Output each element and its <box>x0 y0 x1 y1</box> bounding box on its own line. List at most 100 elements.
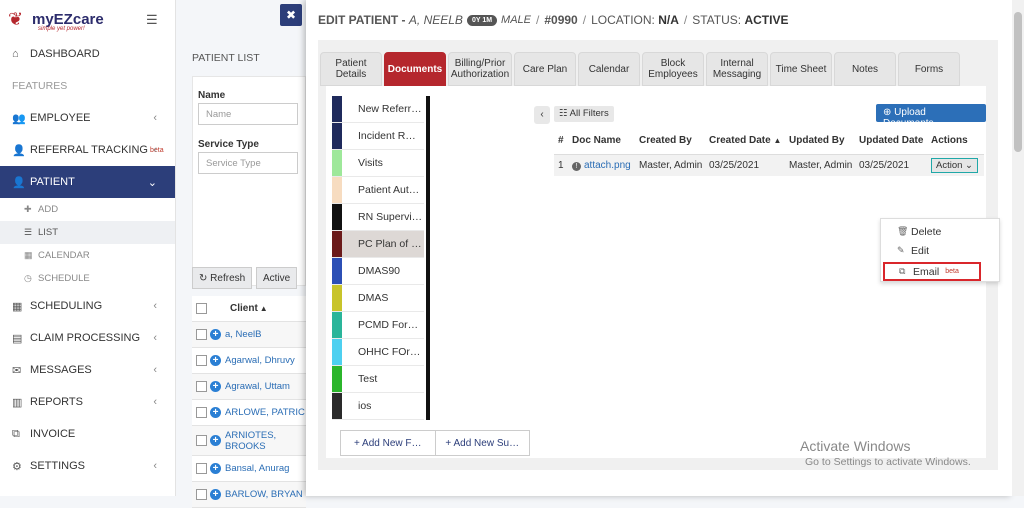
client-link[interactable]: Agarwal, Dhruvy <box>225 355 295 366</box>
patient-id: #0990 <box>544 13 578 27</box>
tab-notes[interactable]: Notes <box>834 52 896 86</box>
sidebar-item-settings[interactable]: ⚙ SETTINGS ‹ <box>0 450 175 482</box>
col-updated-by[interactable]: Updated By <box>785 128 855 155</box>
col-updated-date[interactable]: Updated Date <box>855 128 927 155</box>
scrollbar-thumb[interactable] <box>1014 12 1022 152</box>
tab-block-employees[interactable]: Block Employees <box>642 52 704 86</box>
name-input[interactable]: Name <box>198 103 298 125</box>
row-checkbox[interactable] <box>196 329 207 340</box>
action-dropdown-button[interactable]: Action ⌄ <box>931 157 979 173</box>
tab-internal-messaging[interactable]: Internal Messaging <box>706 52 768 86</box>
tab-documents[interactable]: Documents <box>384 52 446 86</box>
expand-plus-icon[interactable]: + <box>210 381 221 392</box>
logo-text: myEZcare <box>32 10 104 28</box>
table-row[interactable]: + Agarwal, Dhruvy <box>192 348 306 374</box>
folder-item[interactable]: Visits <box>332 150 424 177</box>
expand-plus-icon[interactable]: + <box>210 355 221 366</box>
hamburger-menu-icon[interactable]: ☰ <box>146 12 158 28</box>
folder-color-swatch <box>332 96 342 122</box>
tab-billing-prior-authorization[interactable]: Billing/Prior Authorization <box>448 52 512 86</box>
expand-plus-icon[interactable]: + <box>210 489 221 500</box>
table-row[interactable]: + Agrawal, Uttam <box>192 374 306 400</box>
folder-label: Test <box>358 373 378 385</box>
sidebar-subitem-schedule[interactable]: ◷ SCHEDULE <box>0 267 175 290</box>
menu-item-edit[interactable]: ✎ Edit <box>881 241 999 260</box>
row-checkbox[interactable] <box>196 435 207 446</box>
sidebar-subitem-add[interactable]: ✚ ADD <box>0 198 175 221</box>
folder-item[interactable]: RN Supervi… <box>332 204 424 231</box>
action-dropdown-menu: 🗑 Delete ✎ Edit ⧉ Email beta <box>880 218 1000 282</box>
menu-item-email[interactable]: ⧉ Email beta <box>883 262 981 281</box>
table-row[interactable]: + Bansal, Anurag <box>192 456 306 482</box>
tab-care-plan[interactable]: Care Plan <box>514 52 576 86</box>
expand-plus-icon[interactable]: + <box>210 463 221 474</box>
folder-item[interactable]: ios <box>332 393 424 420</box>
folder-item-selected[interactable]: PC Plan of … <box>332 231 424 258</box>
expand-plus-icon[interactable]: + <box>210 329 221 340</box>
table-row[interactable]: + ARNIOTES, BROOKS <box>192 426 306 456</box>
edit-icon: ✎ <box>897 245 905 255</box>
row-checkbox[interactable] <box>196 463 207 474</box>
client-link[interactable]: Agrawal, Uttam <box>225 381 290 392</box>
cell-doc-name[interactable]: ! attach.png <box>568 154 635 176</box>
gear-icon: ⚙ <box>12 460 22 473</box>
tab-calendar[interactable]: Calendar <box>578 52 640 86</box>
sidebar-item-referral-tracking[interactable]: 👤 REFERRAL TRACKING beta ‹ <box>0 134 175 166</box>
row-checkbox[interactable] <box>196 381 207 392</box>
folder-item[interactable]: DMAS90 <box>332 258 424 285</box>
client-link[interactable]: ARLOWE, PATRIC <box>225 407 305 418</box>
sidebar-item-reports[interactable]: ▥ REPORTS ‹ <box>0 386 175 418</box>
sidebar-item-dashboard[interactable]: ⌂ DASHBOARD <box>0 38 175 70</box>
table-row[interactable]: + ARLOWE, PATRIC <box>192 400 306 426</box>
active-filter-button[interactable]: Active <box>256 267 298 289</box>
folder-item[interactable]: OHHC FOr… <box>332 339 424 366</box>
folder-item[interactable]: Incident R… <box>332 123 424 150</box>
table-row[interactable]: + a, NeelB <box>192 322 306 348</box>
all-filters-button[interactable]: ☷ All Filters <box>554 106 614 122</box>
add-new-subfolder-button[interactable]: + Add New Su… <box>436 431 530 455</box>
logo[interactable]: ❦ myEZcare simple yet power! ☰ <box>0 0 175 38</box>
row-checkbox[interactable] <box>196 355 207 366</box>
row-checkbox[interactable] <box>196 489 207 500</box>
client-link[interactable]: ARNIOTES, BROOKS <box>225 430 295 452</box>
sidebar-item-invoice[interactable]: ⧉ INVOICE <box>0 418 175 450</box>
select-all-checkbox[interactable] <box>196 303 207 314</box>
add-new-folder-button[interactable]: + Add New F… <box>341 431 436 455</box>
expand-plus-icon[interactable]: + <box>210 435 221 446</box>
col-created-by[interactable]: Created By <box>635 128 705 155</box>
col-doc-name[interactable]: Doc Name <box>568 128 635 155</box>
client-link[interactable]: Bansal, Anurag <box>225 463 289 474</box>
folder-item[interactable]: DMAS <box>332 285 424 312</box>
table-row[interactable]: + BARLOW, BRYAN <box>192 482 306 508</box>
refresh-button[interactable]: ↻ Refresh <box>192 267 253 289</box>
page-scrollbar[interactable] <box>1012 0 1024 496</box>
status-value: ACTIVE <box>744 13 789 27</box>
tab-patient-details[interactable]: Patient Details <box>320 52 382 86</box>
row-checkbox[interactable] <box>196 407 207 418</box>
sidebar-item-claim-processing[interactable]: ▤ CLAIM PROCESSING ‹ <box>0 322 175 354</box>
upload-documents-button[interactable]: ⊕ Upload Documents <box>876 104 986 129</box>
client-link[interactable]: BARLOW, BRYAN <box>225 489 303 500</box>
sidebar-item-patient[interactable]: 👤 PATIENT ⌄ <box>0 166 175 198</box>
sidebar-item-employee[interactable]: 👥 EMPLOYEE ‹ <box>0 102 175 134</box>
sidebar-item-messages[interactable]: ✉ MESSAGES ‹ <box>0 354 175 386</box>
collapse-panel-button[interactable]: ‹ <box>534 106 550 124</box>
folder-item[interactable]: PCMD For… <box>332 312 424 339</box>
service-type-input[interactable]: Service Type <box>198 152 298 174</box>
tab-time-sheet[interactable]: Time Sheet <box>770 52 832 86</box>
folder-item[interactable]: New Referr… <box>332 96 424 123</box>
doc-link[interactable]: attach.png <box>584 160 631 171</box>
folder-item[interactable]: Test <box>332 366 424 393</box>
client-link[interactable]: a, NeelB <box>225 329 261 340</box>
modal-body: Patient Details Documents Billing/Prior … <box>318 40 1000 470</box>
menu-item-delete[interactable]: 🗑 Delete <box>881 222 999 241</box>
col-created-date[interactable]: Created Date ▲ <box>705 128 785 155</box>
tab-forms[interactable]: Forms <box>898 52 960 86</box>
calendar-icon: ▦ <box>12 300 23 313</box>
sidebar-item-scheduling[interactable]: ▦ SCHEDULING ‹ <box>0 290 175 322</box>
close-modal-button[interactable]: ✖ <box>280 4 302 26</box>
folder-item[interactable]: Patient Aut… <box>332 177 424 204</box>
expand-plus-icon[interactable]: + <box>210 407 221 418</box>
sidebar-subitem-list[interactable]: ☰ LIST <box>0 221 175 244</box>
sidebar-subitem-calendar[interactable]: ▦ CALENDAR <box>0 244 175 267</box>
